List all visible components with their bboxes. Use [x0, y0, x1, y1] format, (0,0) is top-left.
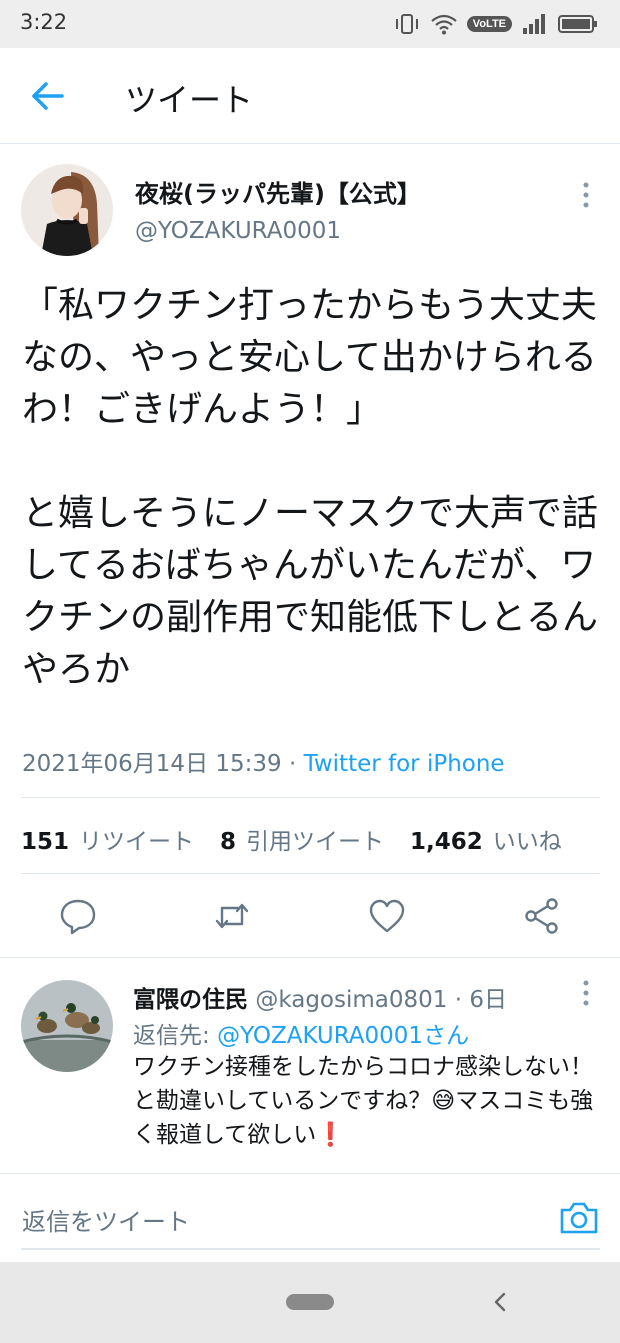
system-nav-bar — [0, 1262, 620, 1343]
status-time: 3:22 — [20, 10, 68, 34]
more-options-icon[interactable] — [574, 180, 598, 210]
arrow-left-icon — [32, 82, 64, 110]
retweet-button[interactable] — [212, 896, 252, 936]
tweet-stats: 151 リツイート 8 引用ツイート 1,462 いいね — [21, 822, 588, 855]
status-bar: 3:22 VoLTE — [0, 0, 620, 48]
retweet-label[interactable]: リツイート — [79, 822, 194, 856]
input-underline — [21, 1248, 600, 1250]
top-bar: ツイート — [0, 48, 620, 144]
like-count[interactable]: 1,462 — [410, 829, 483, 855]
wifi-icon — [431, 14, 457, 35]
reply-composer: 返信をツイート — [0, 1173, 620, 1262]
tweet-source[interactable]: Twitter for iPhone — [304, 751, 505, 777]
heart-icon — [369, 899, 405, 933]
share-button[interactable] — [522, 896, 562, 936]
page-title: ツイート — [125, 81, 254, 119]
quote-label[interactable]: 引用ツイート — [246, 822, 384, 856]
home-pill[interactable] — [286, 1294, 334, 1310]
meta-separator: · — [281, 751, 304, 777]
divider — [21, 797, 600, 798]
chevron-left-icon — [494, 1292, 506, 1312]
reply-to-mention[interactable]: @YOZAKURA0001さん — [217, 1023, 469, 1049]
like-button[interactable] — [367, 896, 407, 936]
author-name[interactable]: 夜桜(ラッパ先輩)【公式】 — [135, 174, 421, 209]
retweet-icon — [215, 903, 249, 929]
reply-avatar[interactable] — [21, 980, 113, 1072]
divider — [21, 873, 600, 874]
tweet-actions — [0, 886, 620, 946]
retweet-count[interactable]: 151 — [21, 829, 69, 855]
vibrate-icon — [395, 14, 418, 34]
reply-icon — [60, 899, 96, 935]
back-button[interactable] — [28, 78, 68, 114]
signal-icon — [523, 14, 545, 34]
reply-more-options-icon[interactable] — [574, 978, 598, 1008]
reply-button[interactable] — [58, 896, 98, 936]
reply-input[interactable]: 返信をツイート — [22, 1202, 190, 1237]
status-icons: VoLTE — [393, 12, 598, 36]
author-handle[interactable]: @YOZAKURA0001 — [135, 218, 341, 244]
tweet-text: 「私ワクチン打ったからもう大丈夫なの、やっと安心して出かけられるわ！ごきげんよう… — [22, 285, 599, 690]
tweet-meta: 2021年06月14日 15:39 · Twitter for iPhone — [22, 744, 505, 778]
reply-to-line: 返信先: @YOZAKURA0001さん — [133, 1016, 469, 1050]
camera-icon — [560, 1202, 598, 1234]
reply-time: · 6日 — [447, 987, 507, 1013]
battery-icon — [558, 15, 597, 33]
volte-badge: VoLTE — [466, 16, 512, 32]
author-avatar[interactable] — [21, 164, 113, 256]
reply-author-handle[interactable]: @kagosima0801 — [255, 987, 447, 1013]
reply-header: 富隈の住民 @kagosima0801 · 6日 — [133, 980, 507, 1014]
camera-button[interactable] — [558, 1198, 600, 1238]
reply-text: ワクチン接種をしたからコロナ感染しない！と勘違いしているンですね？😅マスコミも強… — [133, 1054, 594, 1148]
reply-tweet[interactable]: 富隈の住民 @kagosima0801 · 6日 返信先: @YOZAKURA0… — [0, 958, 620, 1173]
system-back-button[interactable] — [490, 1290, 510, 1314]
share-icon — [525, 898, 558, 934]
tweet-timestamp: 2021年06月14日 15:39 — [22, 751, 282, 777]
like-label[interactable]: いいね — [493, 822, 562, 856]
reply-author-name[interactable]: 富隈の住民 — [133, 987, 248, 1013]
quote-count[interactable]: 8 — [220, 829, 236, 855]
reply-to-prefix: 返信先: — [133, 1023, 218, 1049]
